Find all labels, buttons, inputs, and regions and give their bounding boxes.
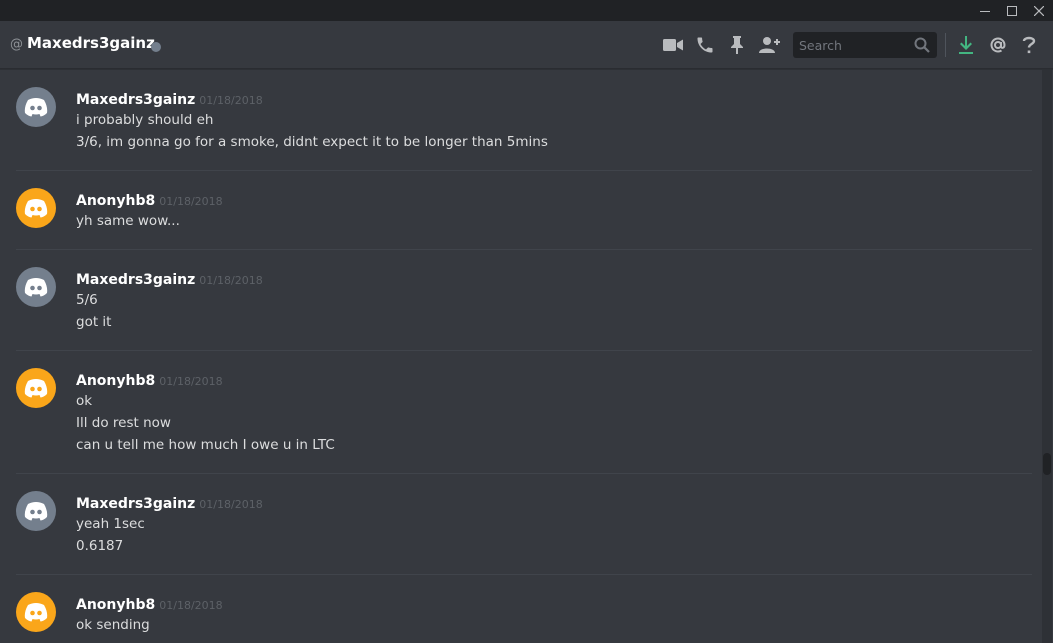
message-text: yeah 1sec <box>76 516 145 532</box>
message-header: Maxedrs3gainz 01/18/2018 <box>76 493 263 512</box>
message-timestamp: 01/18/2018 <box>199 274 263 287</box>
minimize-icon <box>980 10 990 12</box>
discord-logo-icon <box>24 603 48 622</box>
message-timestamp: 01/18/2018 <box>159 599 223 612</box>
message-text: Ill do rest now <box>76 415 171 431</box>
message-header: Anonyhb8 01/18/2018 <box>76 594 223 613</box>
message-group: Maxedrs3gainz 01/18/2018 i probably shoul… <box>16 87 1032 171</box>
message-text: got it <box>76 314 112 330</box>
message-timestamp: 01/18/2018 <box>159 195 223 208</box>
status-indicator <box>151 42 161 52</box>
search-box[interactable] <box>793 32 937 58</box>
message-author[interactable]: Maxedrs3gainz <box>76 92 195 108</box>
channel-header: @ Maxedrs3gainz <box>0 21 1053 69</box>
discord-logo-icon <box>24 199 48 218</box>
message-timestamp: 01/18/2018 <box>199 94 263 107</box>
at-symbol: @ <box>10 37 23 52</box>
avatar[interactable] <box>16 592 56 632</box>
message-header: Maxedrs3gainz 01/18/2018 <box>76 89 263 108</box>
message-header: Anonyhb8 01/18/2018 <box>76 370 223 389</box>
avatar[interactable] <box>16 491 56 531</box>
search-icon <box>914 37 930 53</box>
message-author[interactable]: Anonyhb8 <box>76 597 155 613</box>
close-button[interactable] <box>1024 0 1053 21</box>
search-input[interactable] <box>793 32 911 58</box>
message-text: yh same wow... <box>76 213 180 229</box>
message-timestamp: 01/18/2018 <box>199 498 263 511</box>
message-group: Anonyhb8 01/18/2018 ok Ill do rest now ca… <box>16 368 1032 474</box>
message-text: ok <box>76 393 93 409</box>
add-user-icon <box>759 37 780 53</box>
message-author[interactable]: Maxedrs3gainz <box>76 496 195 512</box>
discord-logo-icon <box>24 502 48 521</box>
message-header: Maxedrs3gainz 01/18/2018 <box>76 269 263 288</box>
discord-logo-icon <box>24 379 48 398</box>
help-icon <box>1022 36 1036 54</box>
title-bar <box>0 0 1053 21</box>
message-text: 0.6187 <box>76 538 124 554</box>
help-button[interactable] <box>1017 33 1041 57</box>
maximize-button[interactable] <box>997 0 1027 21</box>
message-author[interactable]: Anonyhb8 <box>76 373 155 389</box>
message-text: 3/6, im gonna go for a smoke, didnt expe… <box>76 134 548 150</box>
message-text: i probably should eh <box>76 112 214 128</box>
avatar[interactable] <box>16 267 56 307</box>
message-header: Anonyhb8 01/18/2018 <box>76 190 223 209</box>
pinned-messages-button[interactable] <box>725 33 749 57</box>
avatar[interactable] <box>16 188 56 228</box>
close-icon <box>1034 5 1044 16</box>
download-apps-button[interactable] <box>954 33 978 57</box>
message-text: 5/6 <box>76 292 98 308</box>
message-list: Maxedrs3gainz 01/18/2018 i probably shoul… <box>0 70 1040 643</box>
discord-logo-icon <box>24 98 48 117</box>
discord-logo-icon <box>24 278 48 297</box>
message-timestamp: 01/18/2018 <box>159 375 223 388</box>
scrollbar-track[interactable] <box>1042 70 1052 643</box>
message-group: Maxedrs3gainz 01/18/2018 yeah 1sec 0.6187 <box>16 491 1032 575</box>
message-author[interactable]: Maxedrs3gainz <box>76 272 195 288</box>
add-friend-button[interactable] <box>757 33 781 57</box>
minimize-button[interactable] <box>970 0 1000 21</box>
avatar[interactable] <box>16 87 56 127</box>
message-group: Maxedrs3gainz 01/18/2018 5/6 got it <box>16 267 1032 351</box>
phone-icon <box>697 37 713 53</box>
voice-call-button[interactable] <box>693 33 717 57</box>
avatar[interactable] <box>16 368 56 408</box>
message-author[interactable]: Anonyhb8 <box>76 193 155 209</box>
message-text: can u tell me how much I owe u in LTC <box>76 437 335 453</box>
message-text: ok sending <box>76 617 150 633</box>
mentions-button[interactable] <box>986 33 1010 57</box>
message-group: Anonyhb8 01/18/2018 ok sending <box>16 592 1032 643</box>
header-divider <box>945 33 946 57</box>
channel-name: Maxedrs3gainz <box>27 34 155 52</box>
download-icon <box>959 36 973 54</box>
message-group: Anonyhb8 01/18/2018 yh same wow... <box>16 188 1032 250</box>
maximize-icon <box>1007 5 1017 16</box>
video-call-button[interactable] <box>661 33 685 57</box>
mention-icon <box>990 37 1006 53</box>
scrollbar-thumb[interactable] <box>1043 453 1051 475</box>
video-icon <box>663 39 683 51</box>
pin-icon <box>731 36 743 54</box>
